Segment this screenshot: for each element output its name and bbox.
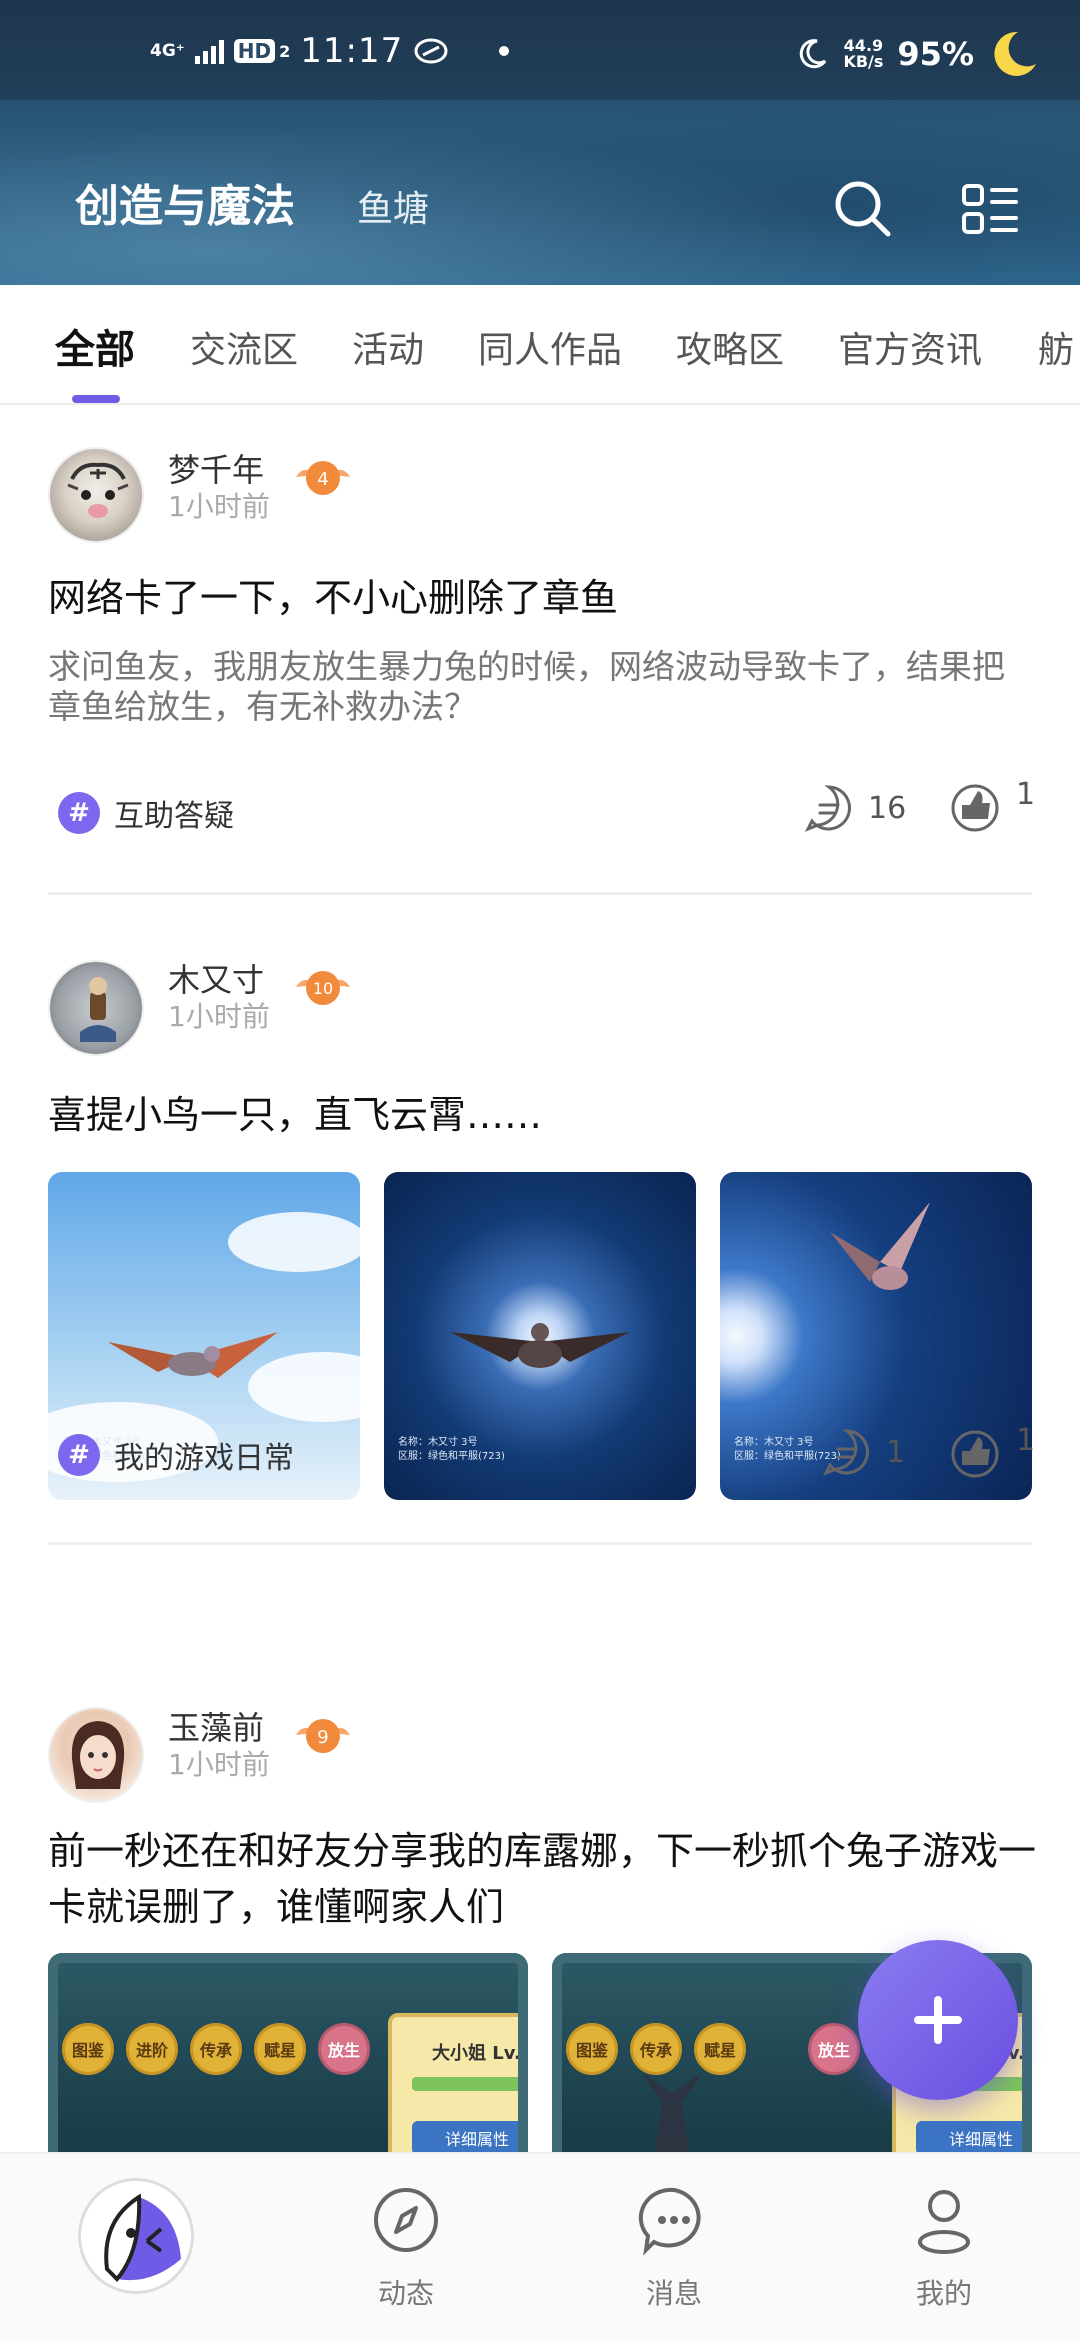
post-title[interactable]: 喜提小鸟一只，直飞云霄…… [48, 1087, 1038, 1143]
app-title: 创造与魔法 [75, 181, 295, 232]
signal-icon [194, 38, 224, 64]
like-icon [951, 784, 999, 832]
nav-messages[interactable]: 消息 [594, 2184, 754, 2312]
category-tabs: 全部 交流区 活动 同人作品 攻略区 官方资讯 舫 [0, 285, 1080, 405]
avatar[interactable] [48, 447, 144, 543]
create-post-button[interactable] [858, 1940, 1018, 2100]
tab-all[interactable]: 全部 [55, 317, 135, 375]
svg-text:9: 9 [317, 1727, 328, 1748]
chat-icon [638, 2187, 701, 2256]
divider [48, 1542, 1032, 1545]
status-right: 44.9 KB/s 95% [795, 28, 1040, 80]
game-button: 图鉴 [566, 2023, 618, 2075]
tab-more[interactable]: 舫 [1038, 321, 1074, 373]
search-icon[interactable] [832, 178, 894, 240]
tab-events[interactable]: 活动 [352, 321, 424, 373]
bottom-navigation: 动态 消息 我的 [0, 2152, 1080, 2340]
compass-icon [374, 2188, 438, 2252]
svg-text:4: 4 [317, 469, 328, 490]
clock: 11:17 [300, 31, 404, 71]
status-left: 4G⁺ HD 2 11:17 [150, 31, 510, 71]
nav-home-fish-logo[interactable] [78, 2178, 194, 2294]
svg-text:10: 10 [313, 979, 333, 998]
nav-profile[interactable]: 我的 [864, 2184, 1024, 2312]
tab-guides[interactable]: 攻略区 [676, 321, 784, 373]
comment-icon [804, 785, 851, 832]
category-menu-icon[interactable] [960, 180, 1020, 240]
character-avatar-image [71, 1721, 125, 1789]
image-caption: 名称：木又寸 3号 区服：绿色和平服(723) [398, 1437, 505, 1462]
post-time: 1小时前 [168, 1748, 270, 1781]
game-info-panel: 大小姐 Lv. 详细属性 [388, 2013, 528, 2173]
bird-image [450, 1323, 630, 1368]
level-badge: 10 [296, 971, 350, 1005]
post-title[interactable]: 网络卡了一下，不小心删除了章鱼 [48, 570, 1038, 626]
net-speed: 44.9 KB/s [843, 36, 884, 71]
like-icon [951, 1430, 999, 1478]
hd-sub: 2 [279, 41, 291, 61]
network-type: 4G⁺ [150, 40, 185, 61]
like-count[interactable]: 1 [948, 1423, 1035, 1479]
comment-count[interactable]: 1 [822, 1427, 905, 1477]
bird-image [108, 1332, 278, 1378]
level-badge: 9 [296, 1719, 350, 1753]
post-title[interactable]: 前一秒还在和好友分享我的库露娜，下一秒抓个兔子游戏一卡就误删了，谁懂啊家人们 [48, 1823, 1038, 1935]
topic-tag[interactable]: # 我的游戏日常 [58, 1433, 294, 1477]
post-time: 1小时前 [168, 1000, 270, 1033]
tab-official-news[interactable]: 官方资讯 [838, 321, 982, 373]
game-button: 传承 [190, 2023, 242, 2075]
post-image[interactable]: 图鉴 进阶 传承 赋星 放生 大小姐 Lv. 详细属性 [48, 1953, 528, 2173]
game-button: 进阶 [126, 2023, 178, 2075]
game-button: 图鉴 [62, 2023, 114, 2075]
status-bar: 4G⁺ HD 2 11:17 44.9 KB/s 95% [0, 0, 1080, 100]
avatar[interactable] [48, 1707, 144, 1803]
nav-feed[interactable]: 动态 [326, 2184, 486, 2312]
divider [48, 892, 1032, 895]
bird-image [830, 1202, 930, 1290]
hash-icon: # [58, 792, 100, 834]
header: 4G⁺ HD 2 11:17 44.9 KB/s 95% 创造与魔法 鱼塘 [0, 0, 1080, 285]
hash-icon: # [58, 1434, 100, 1476]
post-body[interactable]: 求问鱼友，我朋友放生暴力兔的时候，网络波动导致卡了，结果把章鱼给放生，有无补救办… [48, 647, 1008, 727]
tab-exchange[interactable]: 交流区 [190, 321, 298, 373]
plus-icon [914, 1996, 962, 2044]
notification-dot [499, 46, 510, 56]
dnd-moon-icon [800, 39, 827, 69]
crescent-moon-icon [994, 31, 1036, 76]
post-image[interactable]: 名称：木又寸 3号 区服：绿色和平服(723) [384, 1172, 696, 1500]
subtitle[interactable]: 鱼塘 [357, 180, 429, 232]
battery-level: 95% [897, 35, 974, 73]
hd-voice-icon: HD [233, 39, 276, 63]
level-badge: 4 [296, 461, 350, 495]
avatar[interactable] [48, 960, 144, 1056]
game-button: 放生 [318, 2023, 370, 2075]
comment-icon [822, 1429, 869, 1476]
like-count[interactable]: 1 [948, 777, 1035, 833]
post-time: 1小时前 [168, 490, 270, 523]
character-avatar-image [80, 977, 116, 1042]
game-button: 赋星 [254, 2023, 306, 2075]
game-button: 放生 [808, 2023, 860, 2075]
app-notification-icon [414, 38, 448, 64]
topic-tag[interactable]: # 互助答疑 [58, 791, 234, 835]
fish-logo-icon [104, 2193, 181, 2282]
title-bar: 创造与魔法 鱼塘 [0, 100, 1080, 285]
tiger-avatar-image [67, 462, 129, 518]
profile-icon [918, 2190, 970, 2254]
comment-count[interactable]: 16 [804, 783, 906, 833]
tab-fan-works[interactable]: 同人作品 [478, 321, 622, 373]
active-tab-indicator [72, 395, 120, 403]
